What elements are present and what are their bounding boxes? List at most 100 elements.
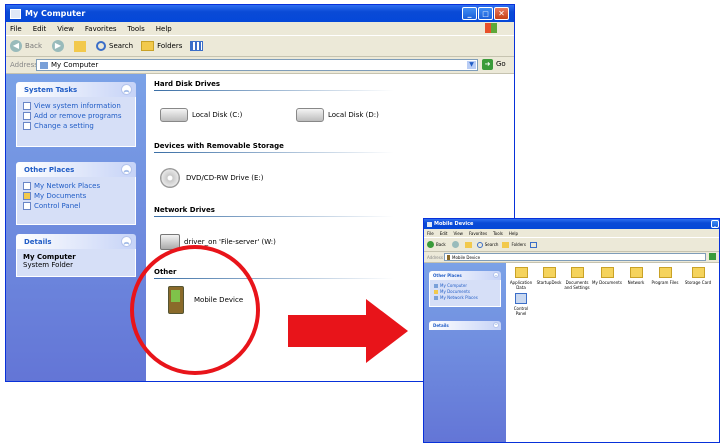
dropdown-icon[interactable]: ▼ xyxy=(467,61,476,69)
menu-edit[interactable]: Edit xyxy=(440,231,448,236)
toolbar: Back Search Folders xyxy=(424,238,719,252)
collapse-chevron-icon[interactable]: ︾ xyxy=(493,322,499,328)
menu-help[interactable]: Help xyxy=(156,25,172,33)
system-info-icon xyxy=(23,102,31,110)
window-title: My Computer xyxy=(25,9,86,18)
system-tasks-body: View system information Add or remove pr… xyxy=(16,97,136,147)
dvd-drive[interactable]: DVD/CD-RW Drive (E:) xyxy=(160,168,263,188)
folders-icon[interactable] xyxy=(141,41,155,51)
go-arrow-icon[interactable] xyxy=(709,253,716,260)
local-disk-d[interactable]: Local Disk (D:) xyxy=(296,108,379,122)
folder-icon xyxy=(600,267,614,278)
folders-button[interactable]: Folders xyxy=(511,242,525,247)
folder-network[interactable]: Network xyxy=(624,267,648,285)
up-folder-icon[interactable] xyxy=(74,40,86,52)
search-icon[interactable] xyxy=(96,41,106,51)
back-icon[interactable]: ◀ xyxy=(10,40,22,52)
back-button[interactable]: Back xyxy=(25,42,42,50)
other-places-header[interactable]: Other Places xyxy=(16,162,136,177)
control-panel-item[interactable]: Control Panel xyxy=(508,293,534,316)
views-icon[interactable] xyxy=(529,241,537,248)
go-arrow-icon[interactable]: ➜ xyxy=(482,59,493,70)
change-setting-icon xyxy=(23,122,31,130)
menu-tools[interactable]: Tools xyxy=(128,25,145,33)
views-icon[interactable] xyxy=(190,41,204,51)
title-bar[interactable]: Mobile Device xyxy=(424,219,719,229)
menu-help[interactable]: Help xyxy=(509,231,518,236)
folder-icon xyxy=(514,267,528,278)
menu-file[interactable]: File xyxy=(10,25,22,33)
network-drives-heading: Network Drives xyxy=(154,206,215,214)
section-divider xyxy=(154,90,394,91)
address-bar: Address My Computer ▼ ➜ Go xyxy=(6,57,514,74)
address-field[interactable]: My Computer ▼ xyxy=(36,59,478,71)
control-panel-link[interactable]: Control Panel xyxy=(34,202,80,210)
search-button[interactable]: Search xyxy=(109,42,133,50)
up-folder-icon[interactable] xyxy=(464,241,472,248)
search-icon[interactable] xyxy=(476,241,483,248)
folder-application-data[interactable]: Application Data xyxy=(508,267,534,290)
add-remove-icon xyxy=(23,112,31,120)
add-remove-programs-link[interactable]: Add or remove programs xyxy=(34,112,122,120)
collapse-chevron-icon[interactable]: ︽ xyxy=(493,272,499,278)
menu-favorites[interactable]: Favorites xyxy=(469,231,487,236)
close-button[interactable]: ✕ xyxy=(494,7,509,20)
other-places-body: My Computer My Documents My Network Plac… xyxy=(429,280,501,307)
documents-icon xyxy=(434,289,438,294)
details-header[interactable]: Details xyxy=(16,234,136,249)
folder-startupdesk[interactable]: StartupDesk xyxy=(536,267,562,285)
mobile-device-window: Mobile Device _ File Edit View Favorites… xyxy=(423,218,720,443)
computer-icon xyxy=(40,61,48,69)
my-computer-link[interactable]: My Computer xyxy=(440,283,467,288)
menu-view[interactable]: View xyxy=(453,231,463,236)
minimize-button[interactable]: _ xyxy=(462,7,477,20)
dvd-drive-icon xyxy=(160,168,180,188)
folder-storage-card[interactable]: Storage Card xyxy=(682,267,714,285)
folders-icon[interactable] xyxy=(502,241,510,248)
folder-my-documents[interactable]: My Documents xyxy=(592,267,622,285)
system-tasks-header[interactable]: System Tasks xyxy=(16,82,136,97)
minimize-button[interactable]: _ xyxy=(711,220,719,228)
change-setting-link[interactable]: Change a setting xyxy=(34,122,94,130)
back-icon[interactable] xyxy=(427,241,434,248)
other-places-header[interactable]: Other Places xyxy=(429,271,501,280)
maximize-button[interactable]: □ xyxy=(478,7,493,20)
folders-button[interactable]: Folders xyxy=(157,42,182,50)
forward-icon[interactable]: ▶ xyxy=(52,40,64,52)
my-documents-link[interactable]: My Documents xyxy=(440,289,470,294)
task-pane: System Tasks ︽ View system information A… xyxy=(6,74,146,381)
my-documents-link[interactable]: My Documents xyxy=(34,192,86,200)
my-network-places-link[interactable]: My Network Places xyxy=(440,295,478,300)
title-bar[interactable]: My Computer xyxy=(6,5,514,22)
folder-label: StartupDesk xyxy=(536,280,562,285)
my-network-places-link[interactable]: My Network Places xyxy=(34,182,100,190)
highlight-circle xyxy=(130,245,260,375)
collapse-chevron-icon[interactable]: ︽ xyxy=(121,236,132,247)
menu-file[interactable]: File xyxy=(427,231,434,236)
search-button[interactable]: Search xyxy=(485,242,499,247)
arrow-icon xyxy=(288,299,408,363)
folder-documents-and-settings[interactable]: Documents and Settings xyxy=(564,267,590,290)
control-panel-icon xyxy=(515,293,527,304)
view-system-information-link[interactable]: View system information xyxy=(34,102,121,110)
hard-disk-drives-heading: Hard Disk Drives xyxy=(154,80,221,88)
address-field[interactable]: Mobile Device xyxy=(444,253,706,261)
collapse-chevron-icon[interactable]: ︽ xyxy=(121,84,132,95)
folder-program-files[interactable]: Program Files xyxy=(650,267,680,285)
go-button[interactable]: Go xyxy=(496,60,506,68)
folder-label: Application Data xyxy=(509,280,533,290)
menu-tools[interactable]: Tools xyxy=(493,231,503,236)
menu-view[interactable]: View xyxy=(57,25,74,33)
menu-favorites[interactable]: Favorites xyxy=(85,25,117,33)
back-button[interactable]: Back xyxy=(436,242,446,247)
menu-edit[interactable]: Edit xyxy=(33,25,47,33)
details-name: My Computer xyxy=(23,253,76,261)
collapse-chevron-icon[interactable]: ︽ xyxy=(121,164,132,175)
details-header[interactable]: Details xyxy=(429,321,501,330)
address-value: My Computer xyxy=(51,61,99,69)
other-places-title: Other Places xyxy=(24,165,75,174)
forward-icon[interactable] xyxy=(451,241,459,248)
local-disk-c[interactable]: Local Disk (C:) xyxy=(160,108,242,122)
other-places-title: Other Places xyxy=(433,273,462,278)
window-icon xyxy=(427,221,432,227)
